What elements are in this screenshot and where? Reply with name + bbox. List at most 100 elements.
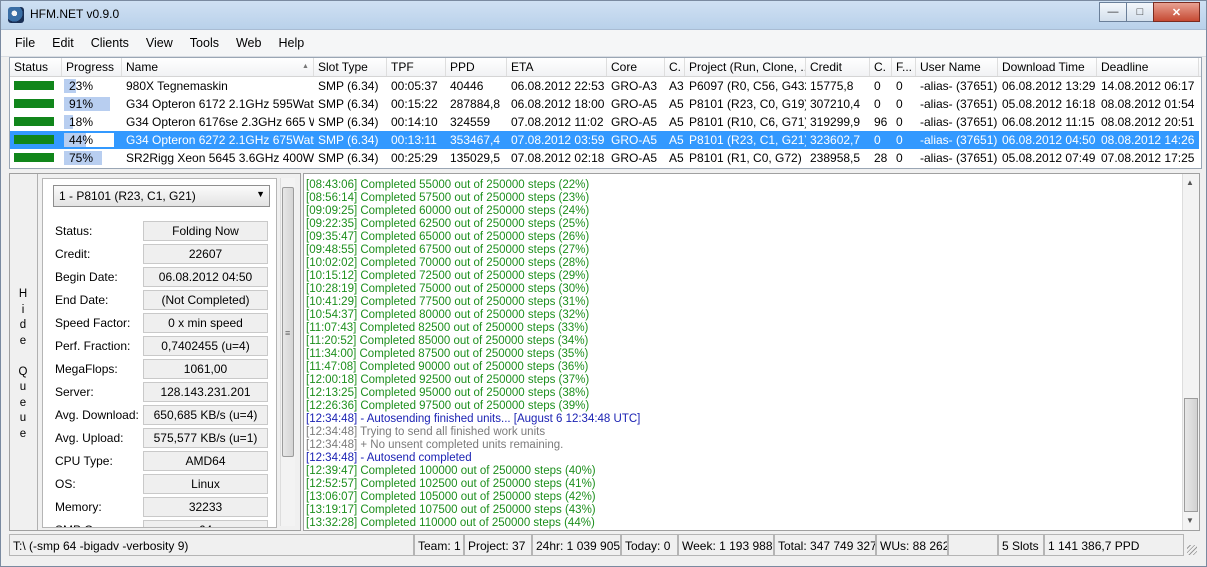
queue-field-row: MegaFlops: 1061,00 xyxy=(55,359,270,379)
hfm-window: HFM.NET v0.9.0 — □ ✕ File Edit Clients V… xyxy=(0,0,1207,567)
cell-ppd: 40446 xyxy=(450,79,484,93)
slot-row[interactable]: 75% SR2Rigg Xeon 5645 3.6GHz 400Watt SMP (… xyxy=(10,149,1199,167)
queue-field-row: Credit: 22607 xyxy=(55,244,270,264)
queue-scroll-thumb[interactable]: ≡ xyxy=(282,187,294,457)
column-header-name[interactable]: Name xyxy=(122,58,314,76)
cell-eta: 06.08.2012 18:00 xyxy=(511,97,605,111)
cell-deadline: 08.08.2012 20:51 xyxy=(1101,115,1195,129)
cell-slot-type: SMP (6.34) xyxy=(318,97,379,111)
column-header-credit[interactable]: Credit xyxy=(806,58,870,76)
cell-ppd: 324559 xyxy=(450,115,491,129)
cell-ppd: 353467,4 xyxy=(450,133,501,147)
column-header-status[interactable]: Status xyxy=(10,58,62,76)
column-header-tpf[interactable]: TPF xyxy=(387,58,446,76)
column-header-user-name[interactable]: User Name xyxy=(916,58,998,76)
queue-field-row: Avg. Download: 650,685 KB/s (u=4) xyxy=(55,405,270,425)
menu-help[interactable]: Help xyxy=(278,36,304,50)
queue-scrollbar[interactable]: ≡ xyxy=(280,178,295,526)
menu-tools[interactable]: Tools xyxy=(190,36,219,50)
cell-eta: 07.08.2012 03:59 xyxy=(511,133,605,147)
cell-download-time: 06.08.2012 04:50 xyxy=(1002,133,1096,147)
cell-name: SR2Rigg Xeon 5645 3.6GHz 400Watt xyxy=(126,151,314,165)
menu-edit[interactable]: Edit xyxy=(52,36,74,50)
maximize-button[interactable]: □ xyxy=(1126,2,1154,22)
column-header-project[interactable]: Project (Run, Clone, ... xyxy=(685,58,806,76)
column-header-progress[interactable]: Progress xyxy=(62,58,122,76)
progress-bar: 91% xyxy=(64,97,114,111)
cell-c2: 0 xyxy=(874,133,881,147)
queue-field-row: Begin Date: 06.08.2012 04:50 xyxy=(55,267,270,287)
status-indicator xyxy=(14,153,54,162)
resize-grip-icon[interactable] xyxy=(1187,545,1197,555)
column-header-eta[interactable]: ETA xyxy=(507,58,607,76)
cell-project: P8101 (R23, C1, G21) xyxy=(689,133,806,147)
queue-field-value: 0,7402455 (u=4) xyxy=(143,336,268,356)
cell-tpf: 00:15:22 xyxy=(391,97,438,111)
queue-field-value: AMD64 xyxy=(143,451,268,471)
cell-c: A5 xyxy=(669,115,684,129)
log-scrollbar[interactable]: ▲ ▼ xyxy=(1182,174,1199,530)
column-header-c[interactable]: C. xyxy=(665,58,685,76)
log-line: [10:41:29] Completed 77500 out of 250000… xyxy=(306,296,590,308)
slot-row[interactable]: 91% G34 Opteron 6172 2.1GHz 595Watt SMP (6… xyxy=(10,95,1199,113)
progress-text: 18% xyxy=(69,115,94,129)
scroll-up-icon[interactable]: ▲ xyxy=(1186,178,1194,187)
log-line: [10:15:12] Completed 72500 out of 250000… xyxy=(306,270,590,282)
cell-c2: 0 xyxy=(874,79,881,93)
queue-field-label: Avg. Upload: xyxy=(55,431,124,445)
log-line: [09:09:25] Completed 60000 out of 250000… xyxy=(306,205,590,217)
queue-field-label: Credit: xyxy=(55,247,91,261)
status-slots: 5 Slots xyxy=(998,534,1044,556)
cell-slot-type: SMP (6.34) xyxy=(318,151,379,165)
cell-tpf: 00:13:11 xyxy=(391,133,437,147)
status-total: Total: 347 749 327 xyxy=(774,534,876,556)
cell-deadline: 07.08.2012 17:25 xyxy=(1101,151,1195,165)
log-line: [12:39:47] Completed 100000 out of 25000… xyxy=(306,465,596,477)
log-line: [11:20:52] Completed 85000 out of 250000… xyxy=(306,335,589,347)
queue-field-label: Perf. Fraction: xyxy=(55,339,131,353)
cell-download-time: 06.08.2012 11:15 xyxy=(1002,115,1095,129)
menu-file[interactable]: File xyxy=(15,36,35,50)
menu-web[interactable]: Web xyxy=(236,36,261,50)
grid-header: Status Progress Name Slot Type TPF PPD ETA Core… xyxy=(10,58,1201,77)
cell-project: P6097 (R0, C56, G432) xyxy=(689,79,806,93)
progress-bar: 44% xyxy=(64,133,114,147)
column-header-core[interactable]: Core xyxy=(607,58,665,76)
log-scroll-thumb[interactable] xyxy=(1184,398,1198,512)
title-bar[interactable]: HFM.NET v0.9.0 — □ ✕ xyxy=(1,1,1206,30)
slot-row[interactable]: 23% 980X Tegnemaskin SMP (6.34) 00:05:37 404… xyxy=(10,77,1199,95)
log-line: [12:13:25] Completed 95000 out of 250000… xyxy=(306,387,590,399)
cell-f: 0 xyxy=(896,133,903,147)
status-path: T:\ (-smp 64 -bigadv -verbosity 9) xyxy=(9,534,414,556)
cell-user-name: -alias- (37651) xyxy=(920,151,998,165)
queue-entry-select[interactable]: 1 - P8101 (R23, C1, G21) ▼ xyxy=(53,185,270,207)
queue-field-row: Perf. Fraction: 0,7402455 (u=4) xyxy=(55,336,270,356)
queue-field-row: CPU Type: AMD64 xyxy=(55,451,270,471)
scroll-down-icon[interactable]: ▼ xyxy=(1186,516,1194,525)
log-viewer[interactable]: [08:43:06] Completed 55000 out of 250000… xyxy=(303,173,1200,531)
cell-credit: 323602,7 xyxy=(810,133,861,147)
slot-row[interactable]: 18% G34 Opteron 6176se 2.3GHz 665 Watt SMP… xyxy=(10,113,1199,131)
progress-text: 23% xyxy=(69,79,94,93)
column-header-f[interactable]: F... xyxy=(892,58,916,76)
cell-tpf: 00:05:37 xyxy=(391,79,438,93)
queue-field-value: (Not Completed) xyxy=(143,290,268,310)
log-line: [08:43:06] Completed 55000 out of 250000… xyxy=(306,179,590,191)
close-button[interactable]: ✕ xyxy=(1153,2,1200,22)
status-indicator xyxy=(14,135,54,144)
menu-clients[interactable]: Clients xyxy=(91,36,129,50)
column-header-slot-type[interactable]: Slot Type xyxy=(314,58,387,76)
cell-project: P8101 (R1, C0, G72) xyxy=(689,151,802,165)
column-header-deadline[interactable]: Deadline xyxy=(1097,58,1199,76)
minimize-button[interactable]: — xyxy=(1099,2,1127,22)
cell-user-name: -alias- (37651) xyxy=(920,97,998,111)
column-header-download-time[interactable]: Download Time xyxy=(998,58,1097,76)
column-header-ppd[interactable]: PPD xyxy=(446,58,507,76)
column-header-c2[interactable]: C. xyxy=(870,58,892,76)
cell-f: 0 xyxy=(896,97,903,111)
slot-row[interactable]: 44% G34 Opteron 6272 2.1GHz 675Watt SMP (6… xyxy=(10,131,1199,149)
log-line: [10:54:37] Completed 80000 out of 250000… xyxy=(306,309,590,321)
menu-view[interactable]: View xyxy=(146,36,173,50)
hide-queue-button[interactable]: H i d e Q u e u e xyxy=(10,174,38,530)
progress-bar: 18% xyxy=(64,115,114,129)
